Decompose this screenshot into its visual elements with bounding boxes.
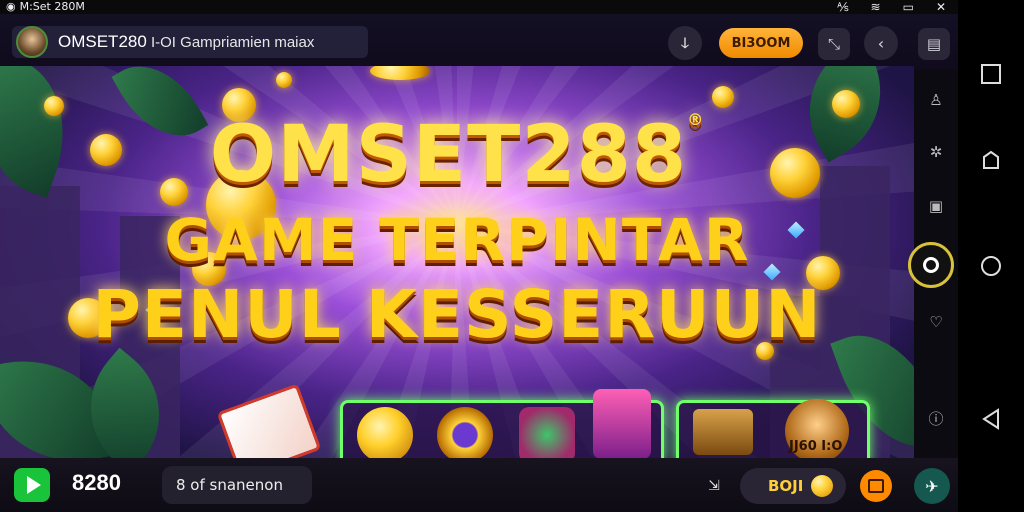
expand-button[interactable]: ⤡ [818, 28, 850, 60]
back-button[interactable]: ‹ [864, 26, 898, 60]
refresh-icon: ↆ [680, 33, 690, 52]
app-screen: ◉ M:Set 280M ⅍ ≋ ▭ ✕ OMSET280 I-OI Gampr… [0, 0, 958, 512]
home-button[interactable] [981, 256, 1001, 276]
system-nav-bar [958, 0, 1024, 512]
title-rest: I-OI Gampriamien maiax [146, 34, 315, 51]
record-button[interactable] [908, 242, 954, 288]
expand-icon: ⤡ [827, 35, 840, 53]
app-status-icon: ◉ [6, 0, 16, 13]
treasure-chest-icon [693, 409, 753, 455]
status-left: ◉ M:Set 280M [6, 0, 85, 14]
back-nav-button[interactable] [980, 408, 1000, 430]
close-icon[interactable]: ✕ [936, 0, 946, 14]
play-icon [27, 476, 41, 494]
coin-label: BOJI [768, 477, 804, 495]
share-icon[interactable]: ⇲ [702, 474, 726, 498]
bottom-search-field[interactable]: 8 of snanenon [162, 466, 312, 504]
info-icon[interactable]: ⓘ [924, 406, 948, 430]
coin-icon [811, 475, 834, 497]
back-nav-icon [982, 408, 999, 430]
chat-icon [868, 479, 884, 493]
bottom-bar: 8280 8 of snanenon ⇲ BOJI ✈ [0, 458, 958, 512]
side-rail: ♙ ✲ ▣ ♡ ⓘ [908, 70, 958, 460]
coin-decor [276, 72, 292, 88]
recents-button[interactable] [981, 64, 1001, 84]
home-shape-button[interactable] [981, 150, 1001, 170]
record-icon [923, 257, 939, 273]
page-title: OMSET280 I-OI Gampriamien maiax [58, 32, 314, 52]
status-app-label: M:Set 280M [19, 0, 85, 13]
slot-game-icon[interactable] [437, 407, 493, 460]
signal-icon: ⅍ [837, 0, 849, 14]
settings-icon[interactable]: ✲ [924, 140, 948, 164]
slot-games-panel[interactable] [340, 389, 664, 460]
headline-brand: OMSET288® [0, 110, 914, 200]
reward-label: JJ60 I:O [789, 439, 843, 454]
shortcut-icon: ✈ [925, 476, 939, 496]
status-bar: ◉ M:Set 280M ⅍ ≋ ▭ ✕ [0, 0, 958, 14]
headline-line-2: GAME TERPINTAR [164, 206, 750, 274]
video-icon[interactable]: ▣ [924, 194, 948, 218]
score-value: 8280 [72, 470, 121, 495]
play-button[interactable] [14, 468, 50, 502]
title-pill[interactable]: OMSET280 I-OI Gampriamien maiax [12, 26, 368, 58]
battery-icon: ▭ [902, 0, 914, 14]
status-right: ⅍ ≋ ▭ ✕ [837, 0, 946, 14]
avatar[interactable] [16, 26, 48, 58]
person-icon[interactable]: ♙ [924, 88, 948, 112]
slot-game-icon[interactable] [593, 389, 651, 459]
home-shape-icon [983, 150, 999, 169]
slot-game-icon[interactable] [519, 407, 575, 460]
registered-mark: ® [687, 110, 705, 129]
top-bar: OMSET280 I-OI Gampriamien maiax ↆ BI3OOM… [0, 14, 958, 70]
shortcut-button[interactable]: ✈ [914, 468, 950, 504]
rewards-panel[interactable]: JJ60 I:O [676, 399, 870, 460]
headline-line-3: PENUL KESSERUUN [92, 276, 822, 353]
chat-button[interactable] [860, 470, 892, 502]
slot-game-icon[interactable] [357, 407, 413, 460]
back-icon: ‹ [877, 33, 885, 53]
wifi-icon: ≋ [870, 0, 881, 14]
coin-decor [712, 86, 734, 108]
heart-icon[interactable]: ♡ [924, 310, 948, 334]
promo-banner[interactable]: OMSET288® GAME TERPINTAR PENUL KESSERUUN… [0, 66, 914, 460]
title-bold: OMSET280 [58, 32, 147, 51]
refresh-button[interactable]: ↆ [668, 26, 702, 60]
coin-balance-pill[interactable]: BOJI [740, 468, 846, 504]
headline-brand-text: OMSET288 [209, 110, 688, 200]
menu-icon: ▤ [926, 35, 942, 53]
cta-button[interactable]: BI3OOM [719, 28, 803, 58]
menu-button[interactable]: ▤ [918, 28, 950, 60]
